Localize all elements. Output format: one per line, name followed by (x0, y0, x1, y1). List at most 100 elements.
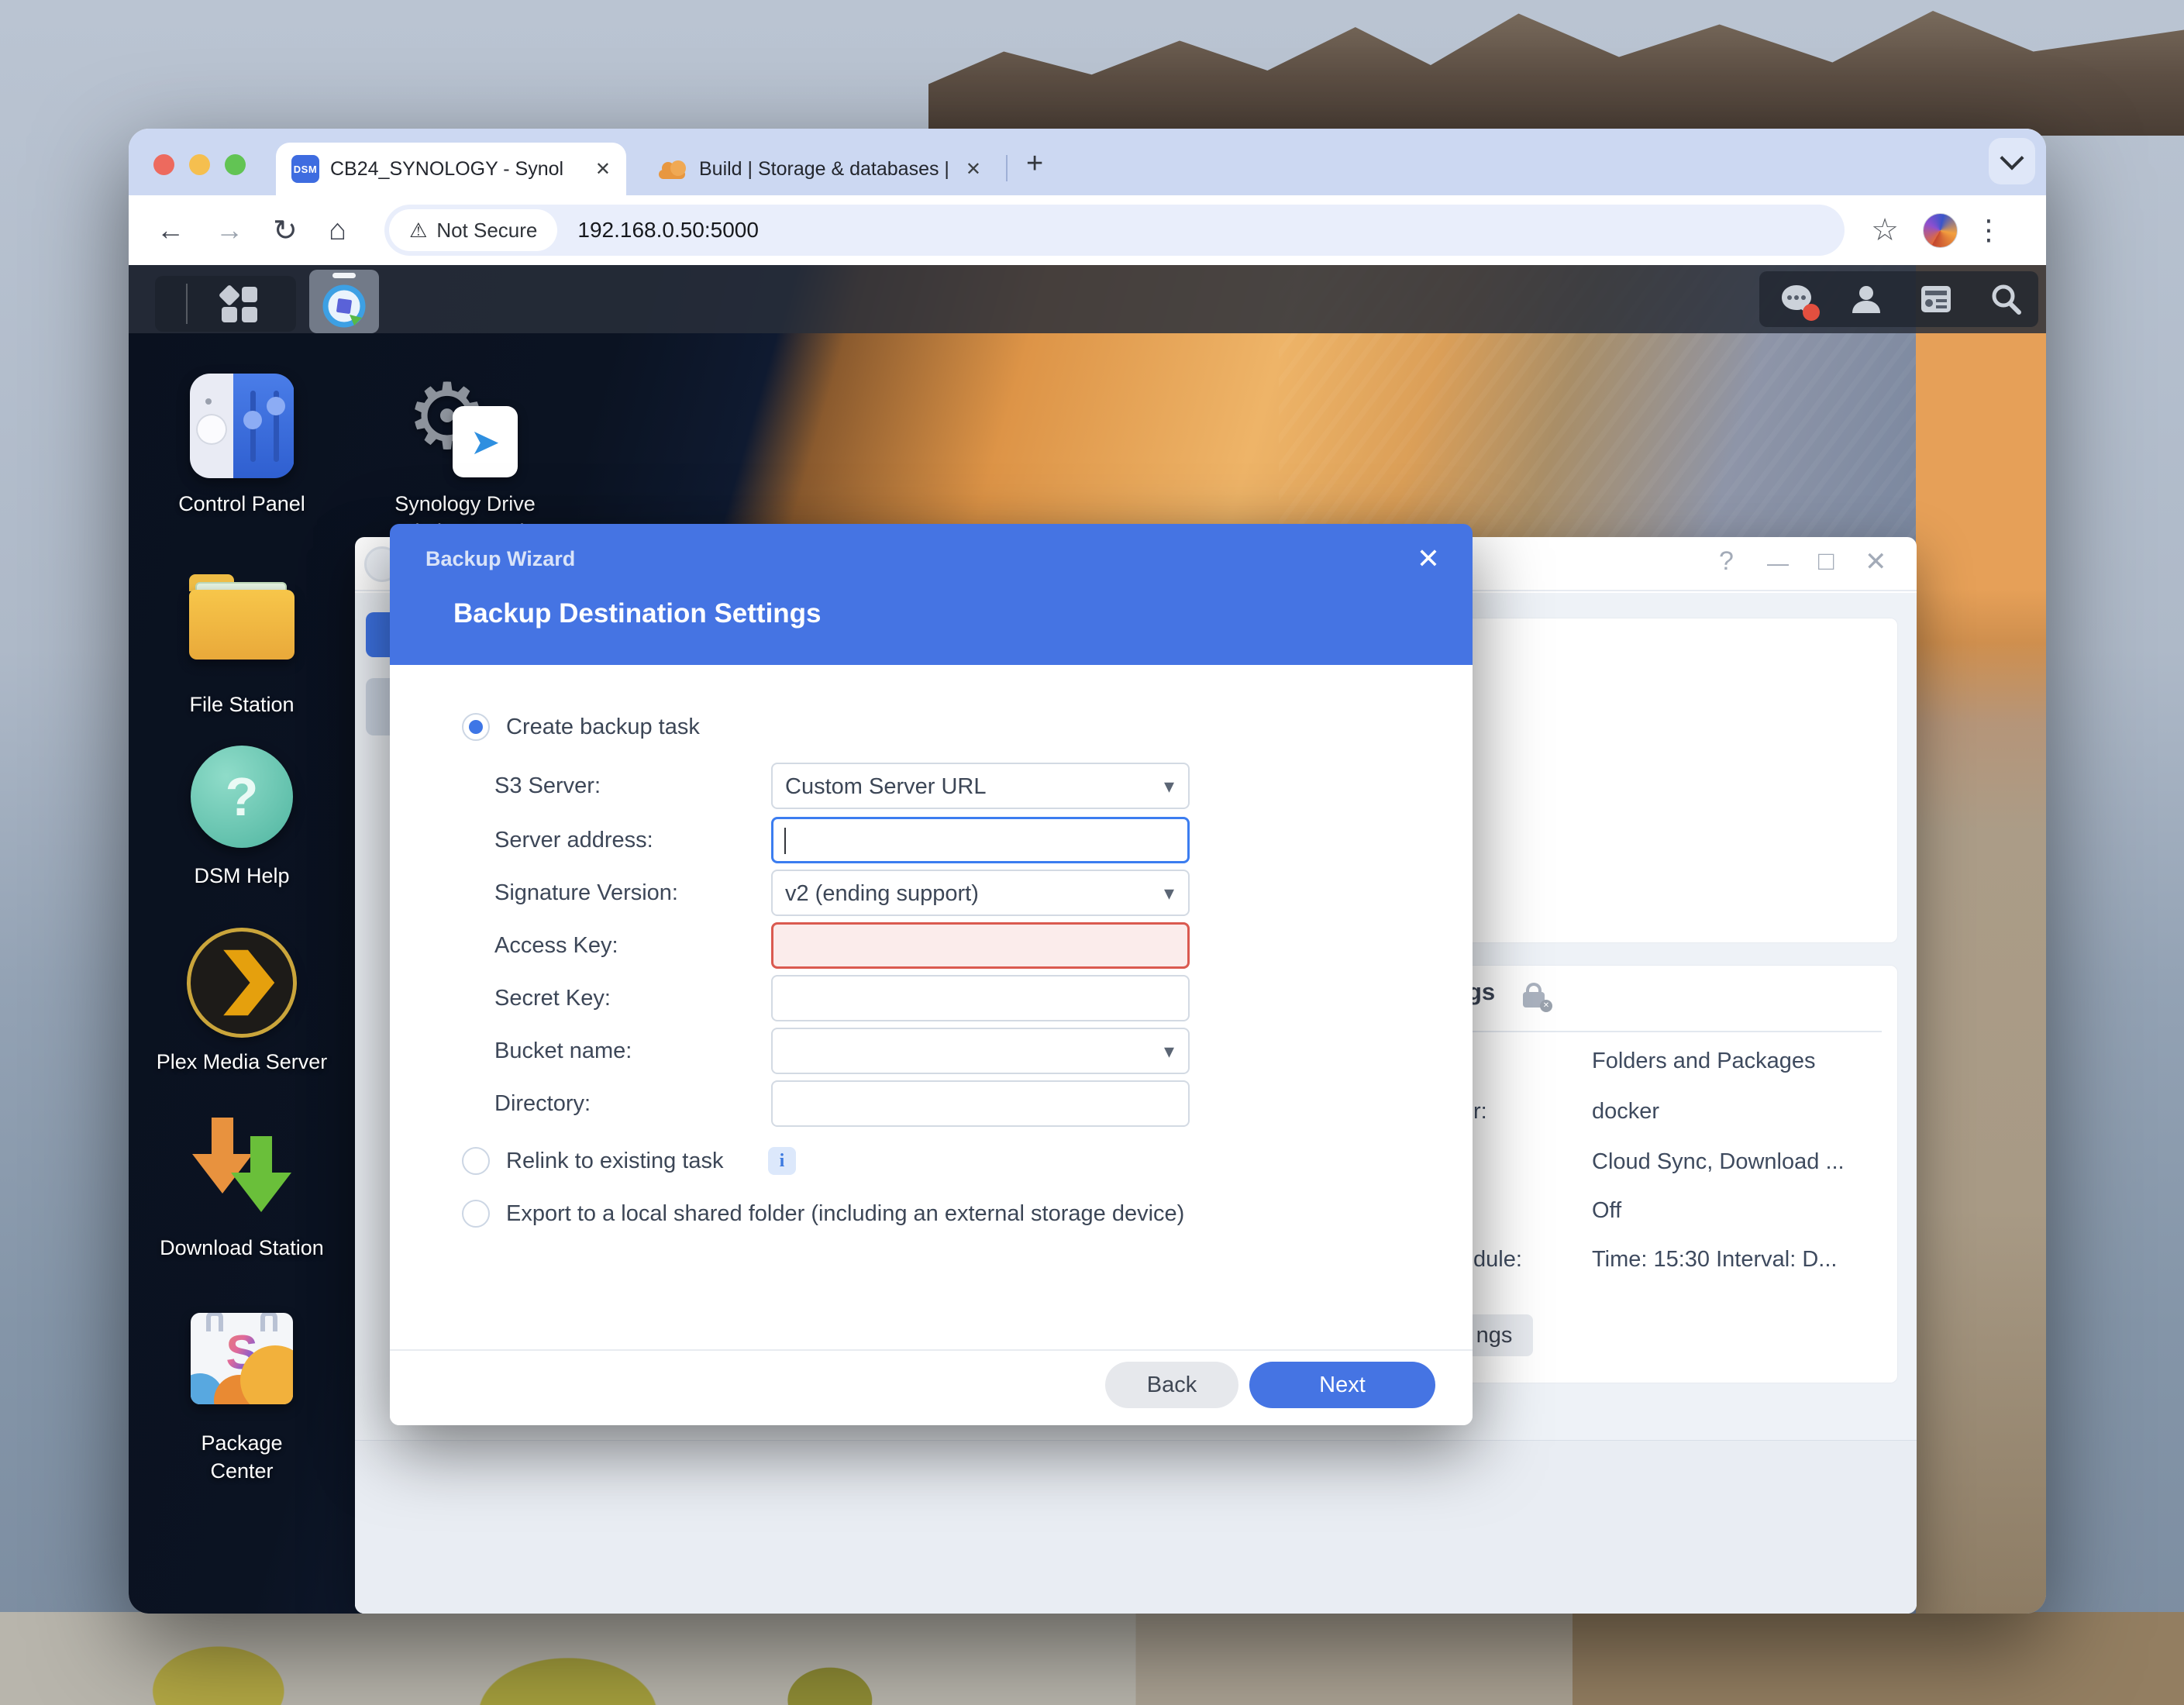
tab-synology[interactable]: DSM CB24_SYNOLOGY - Synology ✕ (276, 143, 626, 195)
chevron-down-icon (2000, 146, 2024, 170)
icon-label: File Station (137, 691, 346, 718)
maximize-window-button[interactable]: □ (1818, 546, 1834, 577)
dialog-header[interactable]: Backup Wizard ✕ Backup Destination Setti… (390, 524, 1473, 665)
bookmark-star-icon[interactable]: ☆ (1871, 195, 1899, 265)
next-button[interactable]: Next (1249, 1362, 1435, 1408)
home-button[interactable]: ⌂ (329, 195, 346, 265)
dialog-body: Create backup task S3 Server: Custom Ser… (390, 665, 1473, 1425)
hyper-backup-icon (322, 284, 367, 329)
plex-icon (191, 932, 293, 1034)
download-station-icon (188, 1118, 296, 1218)
setting-value: Folders and Packages (1592, 1049, 1816, 1074)
footer-divider (390, 1349, 1473, 1351)
close-traffic-light[interactable] (153, 154, 174, 175)
field-label: Bucket name: (494, 1038, 632, 1064)
new-tab-button[interactable]: + (1026, 147, 1043, 181)
browser-window: DSM CB24_SYNOLOGY - Synology ✕ Build | S… (129, 129, 2046, 1614)
desktop-icon-synology-drive-admin[interactable]: ⚙ ➤ Synology Drive Admin Console (353, 374, 577, 546)
radio-label[interactable]: Create backup task (506, 715, 700, 740)
back-button[interactable]: Back (1105, 1362, 1238, 1408)
secret-key-input[interactable] (771, 975, 1190, 1021)
help-window-button[interactable]: ? (1719, 546, 1734, 577)
desktop-icon-plex[interactable]: Plex Media Server (137, 932, 346, 1076)
icon-label: Plex Media Server (137, 1048, 346, 1076)
dsm-top-bar (129, 265, 2046, 333)
user-account-icon[interactable] (1849, 282, 1883, 316)
reload-button[interactable]: ↻ (273, 195, 298, 265)
file-station-icon (189, 574, 295, 660)
info-icon[interactable]: i (768, 1147, 796, 1175)
zoom-traffic-light[interactable] (225, 154, 246, 175)
close-window-button[interactable]: ✕ (1865, 546, 1887, 577)
desktop-icon-file-station[interactable]: File Station (137, 563, 346, 718)
bucket-name-select[interactable]: ▾ (771, 1028, 1190, 1074)
dsm-system-tray (1759, 271, 2038, 327)
active-app-indicator (332, 273, 356, 278)
radio-create-backup-task[interactable] (462, 713, 490, 741)
tab-strip: DSM CB24_SYNOLOGY - Synology ✕ Build | S… (129, 129, 2046, 195)
caret-down-icon: ▾ (1164, 881, 1174, 905)
directory-input[interactable] (771, 1080, 1190, 1127)
backup-wizard-dialog: Backup Wizard ✕ Backup Destination Setti… (390, 524, 1473, 1425)
desktop-icon-dsm-help[interactable]: ? DSM Help (137, 746, 346, 890)
notifications-icon[interactable] (1779, 282, 1814, 316)
access-key-input[interactable] (771, 922, 1190, 969)
field-label: Signature Version: (494, 880, 678, 906)
desktop-icon-download-station[interactable]: Download Station (137, 1118, 346, 1262)
browser-profile-avatar[interactable] (1923, 213, 1958, 248)
icon-label: Control Panel (137, 490, 346, 518)
browser-menu-icon[interactable]: ⋮ (1975, 195, 2003, 265)
dsm-help-icon: ? (191, 746, 293, 848)
macos-wallpaper-buildings-bottom (0, 1612, 2184, 1705)
minimize-window-button[interactable]: — (1767, 551, 1789, 576)
radio-export-local-folder[interactable] (462, 1200, 490, 1228)
macos-wallpaper-buildings-right (2044, 129, 2184, 1617)
field-label: S3 Server: (494, 773, 601, 799)
radio-label[interactable]: Relink to existing task (506, 1149, 723, 1174)
search-icon[interactable] (1989, 282, 2023, 316)
back-button[interactable]: ← (157, 195, 184, 265)
s3-server-select[interactable]: Custom Server URL ▾ (771, 763, 1190, 809)
icon-label: Download Station (137, 1234, 346, 1262)
tray-divider (186, 284, 188, 324)
radio-relink-existing-task[interactable] (462, 1147, 490, 1175)
notification-badge (1803, 304, 1820, 321)
field-label: Access Key: (494, 933, 618, 959)
hyper-backup-bottom-bar (355, 1440, 1917, 1614)
dsm-favicon: DSM (291, 155, 319, 183)
minimize-traffic-light[interactable] (189, 154, 210, 175)
icon-label: DSM Help (137, 862, 346, 890)
setting-value: Time: 15:30 Interval: D... (1592, 1247, 1837, 1273)
tab-firebase-build[interactable]: Build | Storage & databases | ✕ (640, 143, 997, 195)
url-text[interactable]: 192.168.0.50:5000 (577, 218, 759, 243)
security-chip[interactable]: ⚠ Not Secure (389, 209, 557, 251)
icon-label: Package Center (176, 1429, 308, 1486)
text-cursor (784, 828, 786, 854)
hyper-backup-taskbar-item[interactable] (309, 270, 379, 333)
address-bar[interactable]: ⚠ Not Secure 192.168.0.50:5000 (384, 205, 1845, 256)
security-label: Not Secure (436, 219, 537, 243)
dialog-title: Backup Wizard (425, 547, 575, 571)
setting-value: docker (1592, 1099, 1659, 1125)
select-value: v2 (ending support) (785, 881, 979, 907)
radio-label[interactable]: Export to a local shared folder (includi… (506, 1201, 1184, 1227)
forward-button[interactable]: → (215, 195, 243, 265)
select-value: Custom Server URL (785, 774, 986, 800)
server-address-input[interactable] (771, 817, 1190, 863)
tab-search-button[interactable] (1989, 138, 2035, 184)
package-center-icon: S (191, 1313, 293, 1404)
tab-close-icon[interactable]: ✕ (595, 158, 611, 181)
cloud-favicon (656, 159, 688, 179)
setting-value: Cloud Sync, Download ... (1592, 1149, 1845, 1175)
widgets-icon[interactable] (1919, 282, 1953, 316)
desktop-icon-package-center[interactable]: S Package Center (137, 1304, 346, 1486)
lock-icon: ✕ (1523, 983, 1546, 1009)
app-launcher-tray[interactable] (155, 276, 296, 332)
desktop-icon-control-panel[interactable]: Control Panel (137, 374, 346, 518)
signature-version-select[interactable]: v2 (ending support) ▾ (771, 870, 1190, 916)
close-icon[interactable]: ✕ (1417, 542, 1440, 575)
setting-value: Off (1592, 1198, 1621, 1224)
caret-down-icon: ▾ (1164, 774, 1174, 798)
desktop: DSM CB24_SYNOLOGY - Synology ✕ Build | S… (0, 0, 2184, 1705)
tab-close-icon[interactable]: ✕ (966, 158, 981, 181)
